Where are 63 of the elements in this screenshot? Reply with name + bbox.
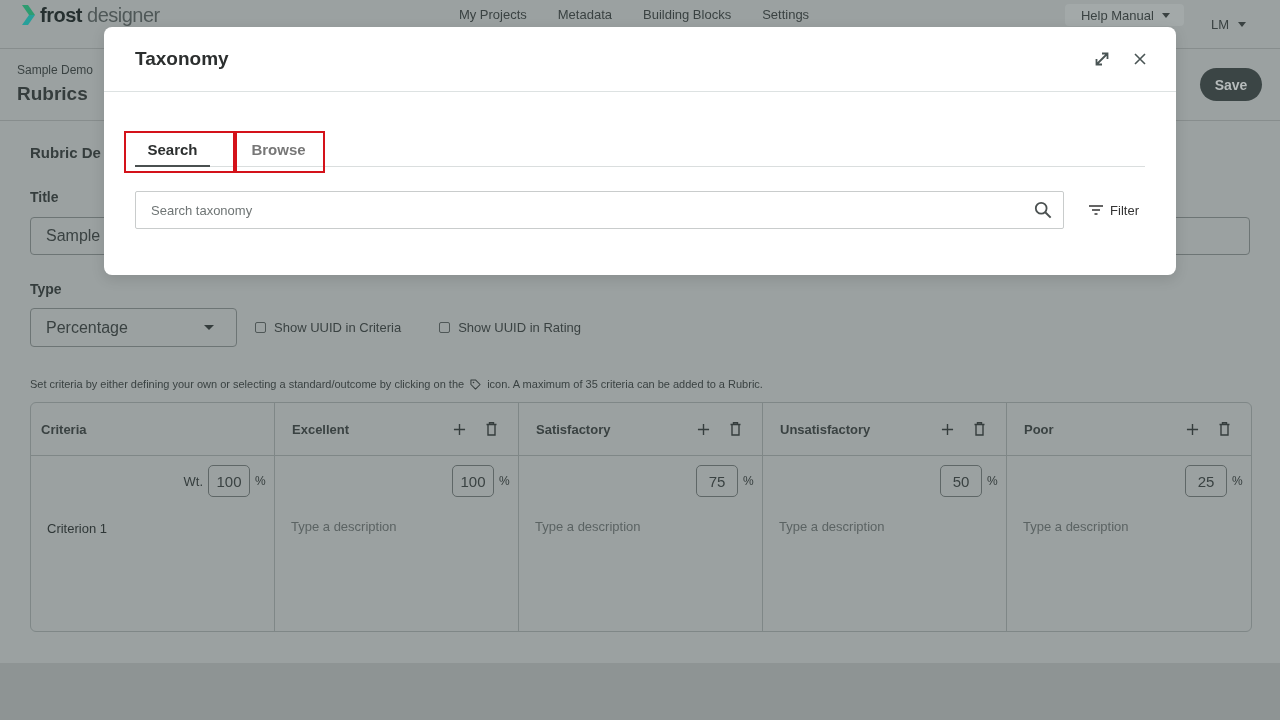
score-field[interactable]: 100 bbox=[452, 465, 494, 497]
column-heading: Satisfactory bbox=[536, 421, 611, 437]
plus-icon[interactable] bbox=[697, 422, 710, 436]
trash-icon[interactable] bbox=[974, 422, 985, 436]
checkbox-label: Show UUID in Criteria bbox=[274, 320, 402, 335]
weight-label: Wt. bbox=[183, 473, 203, 489]
unit-text: % bbox=[255, 474, 264, 488]
helper-text: icon. A maximum of 35 criteria can be added to a Rubric. bbox=[487, 377, 763, 391]
description-field[interactable]: Type a description bbox=[529, 519, 752, 621]
field-label: Title bbox=[30, 188, 59, 206]
tab[interactable]: Search bbox=[135, 133, 210, 167]
unit-text: % bbox=[743, 474, 752, 488]
checkbox[interactable] bbox=[255, 322, 266, 333]
unit-text: % bbox=[1232, 474, 1241, 488]
close-icon[interactable] bbox=[1134, 53, 1146, 65]
nav-link[interactable]: Metadata bbox=[557, 5, 612, 25]
plus-icon[interactable] bbox=[453, 422, 466, 436]
chevron-icon bbox=[22, 5, 35, 25]
search-field[interactable]: Search taxonomy bbox=[135, 191, 1065, 229]
trash-icon[interactable] bbox=[486, 422, 497, 436]
score-field[interactable]: 50 bbox=[940, 465, 982, 497]
nav-link[interactable]: My Projects bbox=[458, 5, 527, 25]
trash-icon[interactable] bbox=[730, 422, 741, 436]
description-field[interactable]: Type a description bbox=[1017, 519, 1241, 621]
breadcrumb-text: Sample Demo bbox=[17, 63, 94, 78]
helper-text: Set criteria by either defining your own or selecting a standard/outcome by clicking on the bbox=[30, 377, 465, 391]
page-title: Rubrics bbox=[17, 82, 89, 106]
help-menu-button[interactable]: Help Manual bbox=[1064, 4, 1184, 26]
score-field[interactable]: 25 bbox=[1185, 465, 1227, 497]
column-heading: Poor bbox=[1024, 421, 1054, 437]
column-heading: Excellent bbox=[292, 421, 350, 437]
caret-icon bbox=[1238, 21, 1246, 27]
filter-icon bbox=[1089, 205, 1104, 215]
dialog-title: Taxonomy bbox=[135, 48, 230, 70]
unit-text: % bbox=[499, 474, 508, 488]
nav-link[interactable]: Settings bbox=[762, 5, 810, 25]
plus-icon[interactable] bbox=[941, 422, 954, 436]
column-heading: Criteria bbox=[41, 421, 87, 437]
checkbox[interactable] bbox=[439, 322, 451, 333]
nav-link[interactable]: Building Blocks bbox=[643, 5, 732, 25]
plus-icon[interactable] bbox=[1186, 422, 1199, 436]
caret-icon bbox=[204, 325, 214, 330]
description-field[interactable]: Type a description bbox=[773, 519, 996, 621]
tab[interactable]: Browse bbox=[241, 133, 316, 167]
criterion-name: Criterion 1 bbox=[46, 521, 108, 537]
logo-text: frost designer bbox=[40, 4, 160, 26]
caret-icon bbox=[1161, 12, 1170, 18]
save-button[interactable]: Save bbox=[1200, 68, 1262, 101]
trash-icon[interactable] bbox=[1219, 422, 1230, 436]
checkbox-label: Show UUID in Rating bbox=[458, 320, 581, 335]
score-field[interactable]: 75 bbox=[696, 465, 738, 497]
user-menu-button[interactable]: LM bbox=[1210, 16, 1246, 32]
expand-icon[interactable] bbox=[1094, 51, 1110, 67]
type-dropdown[interactable]: Percentage bbox=[30, 308, 237, 347]
filter-button[interactable]: Filter bbox=[1083, 195, 1145, 225]
weight-field[interactable]: 100 bbox=[208, 465, 250, 497]
description-field[interactable]: Type a description bbox=[285, 519, 508, 621]
unit-text: % bbox=[987, 474, 996, 488]
section-title: Rubric De bbox=[30, 143, 101, 163]
field-label: Type bbox=[30, 280, 62, 298]
tag-icon bbox=[470, 378, 482, 390]
search-icon[interactable] bbox=[1034, 201, 1053, 219]
column-heading: Unsatisfactory bbox=[780, 421, 871, 437]
